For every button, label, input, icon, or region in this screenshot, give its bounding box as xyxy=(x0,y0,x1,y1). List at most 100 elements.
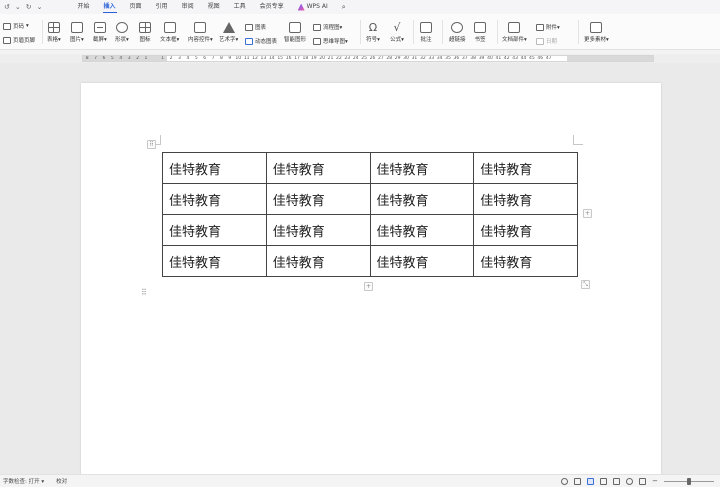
tab-review[interactable]: 审阅 xyxy=(175,0,201,14)
undo-icon[interactable]: ↺ xyxy=(4,3,10,11)
ribbon-separator xyxy=(497,20,498,44)
table-cell[interactable]: 佳特教育 xyxy=(162,152,267,184)
shape-label: 形状▾ xyxy=(115,37,129,43)
table-cell[interactable]: 佳特教育 xyxy=(369,245,475,277)
horizontal-ruler[interactable]: 8 7 6 5 4 3 2 1 1 2 3 4 5 6 7 8 9 10 11 12 13 14 15 16 17 18 19 20 2… xyxy=(0,54,720,63)
textbox-label: 文本框▾ xyxy=(160,37,180,43)
symbol-button[interactable]: Ω 符号▾ xyxy=(366,22,380,43)
ruler-number: 31 xyxy=(411,56,418,61)
ruler-numbers: 8 7 6 5 4 3 2 1 1 2 3 4 5 6 7 8 9 10 11 12 13 14 15 16 17 18 19 20 2… xyxy=(83,56,553,61)
comment-label: 批注 xyxy=(420,37,432,43)
tab-references[interactable]: 引用 xyxy=(149,0,175,14)
tab-tools[interactable]: 工具 xyxy=(227,0,253,14)
flowchart-button[interactable]: 流程图▾ xyxy=(313,23,342,31)
more-materials-button[interactable]: 更多素材▾ xyxy=(584,22,609,43)
attachment-button[interactable]: 附件▾ xyxy=(536,23,560,31)
chart-label: 图表 xyxy=(255,25,267,31)
formula-button[interactable]: √ 公式▾ xyxy=(390,22,404,43)
table-cell[interactable]: 佳特教育 xyxy=(162,183,267,215)
materials-icon xyxy=(590,22,603,33)
reading-view-icon[interactable] xyxy=(600,477,608,485)
page-view-icon[interactable] xyxy=(587,477,595,485)
tab-wps-ai[interactable]: WPS AI xyxy=(291,0,335,14)
play-icon[interactable] xyxy=(613,477,621,485)
table-cell[interactable]: 佳特教育 xyxy=(473,183,578,215)
ruler-number: 40 xyxy=(487,56,493,61)
document-page[interactable]: ⠿ 佳特教育 佳特教育 佳特教育 佳特教育 佳特教育 佳特教育 佳特教育 佳特教育 佳特教育 佳特… xyxy=(81,83,661,483)
table-cell[interactable]: 佳特教育 xyxy=(265,214,371,246)
web-view-icon[interactable] xyxy=(626,477,634,485)
document-area[interactable]: ⠿ 佳特教育 佳特教育 佳特教育 佳特教育 佳特教育 佳特教育 佳特教育 佳特教育 佳特教育 佳特… xyxy=(0,63,720,483)
omega-icon: Ω xyxy=(368,21,378,34)
proofread-status[interactable]: 校对 xyxy=(56,477,67,485)
table-cell[interactable]: 佳特教育 xyxy=(473,152,578,184)
eye-protection-icon[interactable] xyxy=(561,477,569,485)
table-cell[interactable]: 佳特教育 xyxy=(369,183,475,215)
tab-insert[interactable]: 插入 xyxy=(97,0,123,14)
table-select-handle[interactable]: ⠿ xyxy=(147,140,156,149)
table-button[interactable]: 表格▾ xyxy=(47,22,61,43)
shape-button[interactable]: 形状▾ xyxy=(115,22,129,43)
redo-dropdown-icon[interactable]: ⌄ xyxy=(37,3,43,11)
word-count-status[interactable]: 字数检查: 打开 ▾ xyxy=(3,477,44,485)
date-label: 日期 xyxy=(546,39,558,45)
doc-parts-button[interactable]: 文档部件▾ xyxy=(502,22,527,43)
ruler-number: 35 xyxy=(445,56,451,61)
comment-button[interactable]: 批注 xyxy=(420,22,432,43)
content-control-button[interactable]: 内容控件▾ xyxy=(188,22,213,43)
ruler-number: 17 xyxy=(294,56,300,61)
search-icon[interactable]: ⌕ xyxy=(335,0,353,14)
tab-member[interactable]: 会员专享 xyxy=(253,0,291,14)
table-cell[interactable]: 佳特教育 xyxy=(369,152,475,184)
ruler-number: 43 xyxy=(512,56,518,61)
document-table[interactable]: 佳特教育 佳特教育 佳特教育 佳特教育 佳特教育 佳特教育 佳特教育 佳特教育 佳特教育 佳特教育… xyxy=(162,152,578,277)
zoom-slider[interactable] xyxy=(664,477,714,485)
link-icon xyxy=(451,22,464,33)
mindmap-button[interactable]: 思维导图▾ xyxy=(313,37,348,45)
art-text-icon xyxy=(222,22,235,33)
ruler-number: 23 xyxy=(344,56,351,61)
table-cell[interactable]: 佳特教育 xyxy=(162,214,267,246)
table-row: 佳特教育 佳特教育 佳特教育 佳特教育 xyxy=(162,183,578,215)
table-cell[interactable]: 佳特教育 xyxy=(473,214,578,246)
paragraph-drag-handle[interactable]: ⠿ xyxy=(141,288,147,297)
screenshot-button[interactable]: 截屏▾ xyxy=(93,22,107,43)
outline-view-icon[interactable] xyxy=(574,477,582,485)
page-number-button[interactable]: 页码 ▾ xyxy=(3,22,29,30)
picture-button[interactable]: 图片▾ xyxy=(70,22,84,43)
ruler-number: 42 xyxy=(503,56,510,61)
tab-home[interactable]: 开始 xyxy=(71,0,97,14)
tab-view[interactable]: 视图 xyxy=(201,0,227,14)
table-cell[interactable]: 佳特教育 xyxy=(162,245,267,277)
tab-page[interactable]: 页面 xyxy=(123,0,149,14)
screenshot-label: 截屏▾ xyxy=(93,37,107,43)
add-column-button[interactable]: + xyxy=(583,209,592,218)
table-cell[interactable]: 佳特教育 xyxy=(265,245,371,277)
ribbon-separator xyxy=(578,20,579,44)
table-icon xyxy=(47,22,60,33)
doc-parts-label: 文档部件▾ xyxy=(502,37,527,43)
chart-button[interactable]: 图表 xyxy=(245,23,266,31)
table-cell[interactable]: 佳特教育 xyxy=(473,245,578,277)
icon-button[interactable]: 图标 xyxy=(139,22,151,43)
paperclip-icon xyxy=(536,23,544,31)
add-row-button[interactable]: + xyxy=(364,282,373,291)
ruler-number: 1 xyxy=(161,56,165,61)
table-cell[interactable]: 佳特教育 xyxy=(265,152,371,184)
redo-icon[interactable]: ↻ xyxy=(26,3,32,11)
dynamic-chart-button[interactable]: 动态图表 xyxy=(245,37,277,45)
art-text-button[interactable]: 艺术字▾ xyxy=(219,22,238,43)
undo-dropdown-icon[interactable]: ⌄ xyxy=(15,3,21,11)
resize-table-handle[interactable]: ⤡ xyxy=(581,280,590,289)
pen-icon[interactable] xyxy=(639,477,647,485)
hyperlink-button[interactable]: 超链接 xyxy=(449,22,466,43)
textbox-button[interactable]: 文本框▾ xyxy=(160,22,179,43)
zoom-out-icon[interactable]: − xyxy=(652,477,658,485)
smart-graphic-button[interactable]: 智能图形 xyxy=(284,22,306,43)
date-button[interactable]: 日期 xyxy=(536,37,557,45)
header-footer-button[interactable]: 页眉页脚 xyxy=(3,36,35,44)
table-cell[interactable]: 佳特教育 xyxy=(265,183,371,215)
bookmark-button[interactable]: 书签 xyxy=(474,22,486,43)
table-cell[interactable]: 佳特教育 xyxy=(369,214,475,246)
zoom-slider-thumb[interactable] xyxy=(687,477,691,485)
